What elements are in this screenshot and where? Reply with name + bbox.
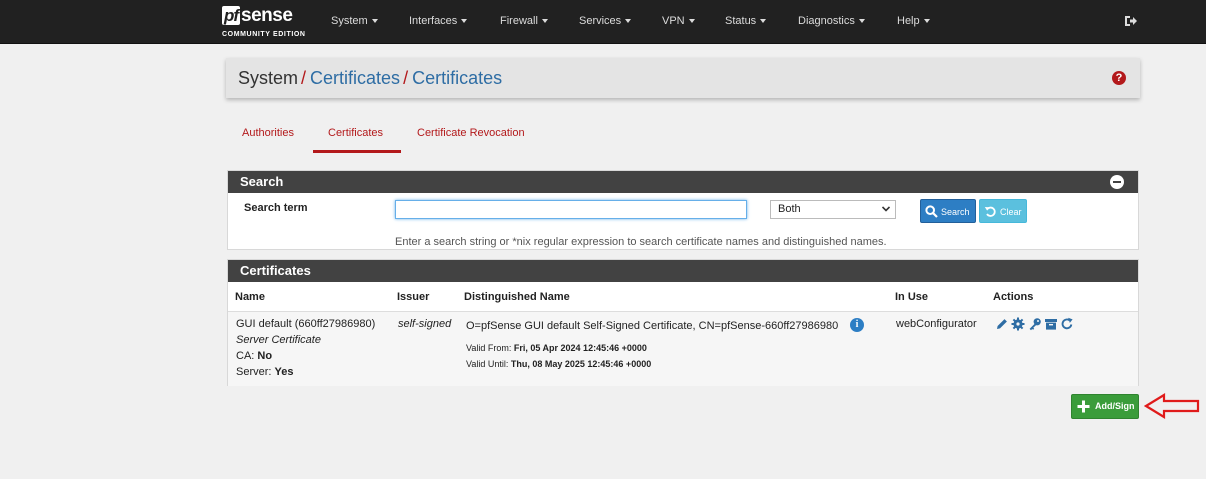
nav-vpn[interactable]: VPN [662, 15, 695, 27]
search-panel: Search Search term Both Search Clear Ent… [227, 170, 1139, 250]
archive-icon[interactable] [1044, 317, 1058, 331]
tab-certificate-revocation[interactable]: Certificate Revocation [417, 127, 525, 139]
breadcrumb-certificates-link[interactable]: Certificates [310, 68, 400, 88]
search-icon [925, 205, 938, 218]
breadcrumb-separator: / [403, 68, 409, 88]
clear-button[interactable]: Clear [979, 199, 1027, 223]
active-tab-indicator [313, 150, 401, 153]
nav-diagnostics[interactable]: Diagnostics [798, 15, 865, 27]
breadcrumb: System / Certificates / Certificates [238, 68, 502, 89]
nav-status[interactable]: Status [725, 15, 767, 27]
certificates-panel-title: Certificates [240, 263, 311, 278]
nav-help[interactable]: Help [897, 15, 930, 27]
cert-valid-until: Valid Until: Thu, 08 May 2025 12:45:46 +… [466, 359, 652, 369]
cert-distinguished-name: O=pfSense GUI default Self-Signed Certif… [466, 320, 839, 332]
refresh-icon[interactable] [1060, 317, 1074, 331]
column-header-dn: Distinguished Name [464, 291, 570, 303]
caret-down-icon [625, 19, 632, 24]
cert-ca: CA: No [236, 350, 273, 362]
help-icon[interactable]: ? [1112, 71, 1126, 85]
breadcrumb-system: System [238, 68, 299, 88]
logo-edition: COMMUNITY EDITION [222, 31, 306, 38]
logout-icon[interactable] [1124, 14, 1138, 28]
search-panel-title: Search [240, 174, 284, 189]
cert-type: Server Certificate [236, 334, 321, 346]
nav-firewall[interactable]: Firewall [500, 15, 548, 27]
key-icon[interactable] [1028, 317, 1042, 331]
column-header-actions: Actions [993, 291, 1034, 303]
caret-down-icon [371, 19, 378, 24]
caret-down-icon [688, 19, 695, 24]
chevron-down-icon [882, 206, 890, 212]
caret-down-icon [461, 19, 468, 24]
cert-issuer: self-signed [398, 318, 452, 330]
search-panel-heading: Search [228, 171, 1138, 193]
top-navbar: pf sense COMMUNITY EDITION System Interf… [0, 0, 1206, 44]
nav-services[interactable]: Services [579, 15, 632, 27]
logo-pf: pf [222, 6, 241, 25]
search-button[interactable]: Search [920, 199, 976, 223]
search-scope-value: Both [778, 203, 801, 215]
cert-in-use: webConfigurator [896, 318, 977, 330]
cert-name: GUI default (660ff27986980) [236, 318, 376, 330]
plus-icon [1077, 400, 1090, 413]
column-header-name: Name [235, 291, 265, 303]
tab-authorities[interactable]: Authorities [242, 127, 294, 139]
logo-sense: sense [241, 5, 293, 26]
caret-down-icon [923, 19, 930, 24]
caret-down-icon [541, 19, 548, 24]
info-icon[interactable]: i [850, 318, 864, 332]
page-header: System / Certificates / Certificates ? [226, 58, 1140, 98]
column-header-issuer: Issuer [397, 291, 430, 303]
pfsense-logo[interactable]: pf sense COMMUNITY EDITION [222, 5, 312, 41]
undo-icon [984, 206, 996, 217]
breadcrumb-separator: / [301, 68, 307, 88]
cert-server: Server: Yes [236, 366, 294, 378]
certificates-panel-heading: Certificates [228, 260, 1138, 282]
search-term-label: Search term [244, 202, 308, 214]
cert-valid-from: Valid From: Fri, 05 Apr 2024 12:45:46 +0… [466, 343, 647, 353]
tab-certificates[interactable]: Certificates [328, 127, 383, 139]
add-sign-button[interactable]: Add/Sign [1071, 394, 1139, 419]
certificates-panel: Certificates Name Issuer Distinguished N… [227, 259, 1139, 386]
search-input[interactable] [395, 200, 747, 219]
breadcrumb-certificates-current[interactable]: Certificates [412, 68, 502, 88]
search-help-text: Enter a search string or *nix regular ex… [395, 236, 887, 248]
search-scope-select[interactable]: Both [770, 200, 896, 219]
column-header-in-use: In Use [895, 291, 929, 303]
caret-down-icon [760, 19, 767, 24]
annotation-arrow-icon [1144, 393, 1200, 419]
pencil-icon[interactable] [995, 317, 1009, 331]
minus-circle-icon[interactable] [1110, 175, 1124, 189]
caret-down-icon [858, 19, 865, 24]
nav-system[interactable]: System [331, 15, 378, 27]
nav-interfaces[interactable]: Interfaces [409, 15, 468, 27]
cog-icon[interactable] [1011, 317, 1025, 331]
